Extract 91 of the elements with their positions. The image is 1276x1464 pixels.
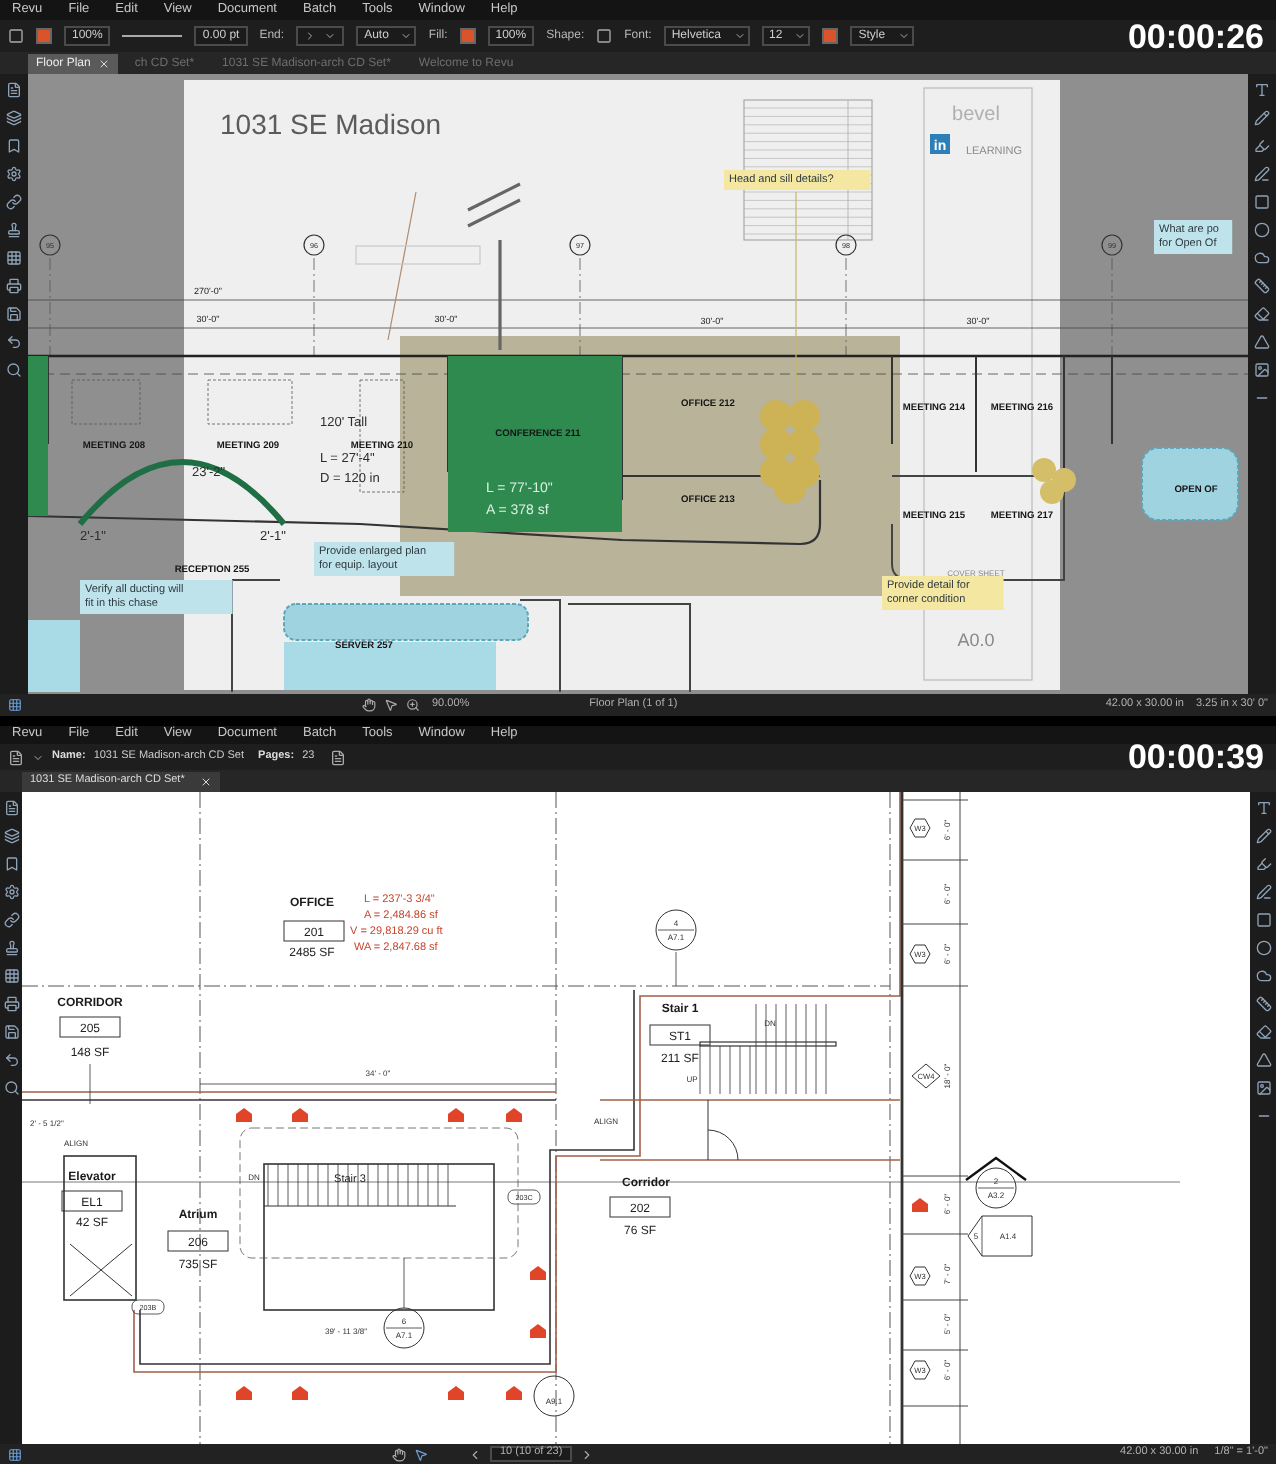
alarm-symbol-icon xyxy=(236,1386,252,1400)
ruler-icon[interactable] xyxy=(1255,996,1271,1012)
stamp-icon[interactable] xyxy=(3,940,19,956)
video-timestamp: 00:00:39 xyxy=(1127,740,1264,774)
caret-icon xyxy=(897,30,910,42)
printer-icon[interactable] xyxy=(6,278,22,294)
zoom-icon[interactable] xyxy=(406,698,420,712)
highlighter-icon[interactable] xyxy=(1255,856,1271,872)
grid-icon[interactable] xyxy=(8,1447,22,1461)
page-icon[interactable] xyxy=(6,82,22,98)
pen-icon[interactable] xyxy=(1255,884,1271,900)
grid-icon[interactable] xyxy=(6,250,22,266)
alarm-symbol-icon xyxy=(448,1108,464,1122)
cloud-icon[interactable] xyxy=(1254,250,1270,266)
save-icon[interactable] xyxy=(3,1024,19,1040)
ruler-icon[interactable] xyxy=(1254,278,1270,294)
pen-icon[interactable] xyxy=(1254,166,1270,182)
layers-icon[interactable] xyxy=(6,110,22,126)
text-icon[interactable] xyxy=(1255,800,1271,816)
select-tool-icon[interactable] xyxy=(8,28,24,44)
circle-icon[interactable] xyxy=(1255,940,1271,956)
settings-icon[interactable] xyxy=(3,884,19,900)
stamp-icon[interactable] xyxy=(6,222,22,238)
save-icon[interactable] xyxy=(6,306,22,322)
eraser-icon[interactable] xyxy=(1254,306,1270,322)
color-swatch-icon[interactable] xyxy=(459,28,476,44)
grid-icon[interactable] xyxy=(3,968,19,984)
line-style-icon[interactable] xyxy=(122,32,183,40)
alarm-symbol-icon xyxy=(236,1108,252,1122)
alarm-symbol-icon xyxy=(506,1108,522,1122)
cloud-icon[interactable] xyxy=(1255,968,1271,984)
caret-icon xyxy=(794,30,807,42)
alarm-symbol-icon xyxy=(292,1108,308,1122)
undo-icon[interactable] xyxy=(6,334,22,350)
highlighter-icon[interactable] xyxy=(1254,138,1270,154)
pointer-icon[interactable] xyxy=(384,698,398,712)
pencil-icon[interactable] xyxy=(1254,110,1270,126)
revision-cloud xyxy=(760,400,820,504)
grid-icon[interactable] xyxy=(8,698,22,712)
hand-icon[interactable] xyxy=(362,698,376,712)
caret-icon xyxy=(324,30,337,42)
document-icon[interactable] xyxy=(8,749,24,765)
video-timestamp: 00:00:26 xyxy=(1127,19,1264,53)
sheet-title: 1031 SE Madison xyxy=(220,108,442,140)
hand-icon[interactable] xyxy=(392,1447,406,1461)
revision-cloud xyxy=(1032,458,1076,504)
area-highlight xyxy=(28,620,80,692)
printer-icon[interactable] xyxy=(3,996,19,1012)
triangle-icon[interactable] xyxy=(1254,334,1270,350)
search-icon[interactable] xyxy=(6,362,22,378)
square-icon[interactable] xyxy=(1255,912,1271,928)
next-page-icon[interactable] xyxy=(580,1447,595,1461)
square-icon[interactable] xyxy=(1254,194,1270,210)
text-box-outline xyxy=(355,245,481,265)
text-icon[interactable] xyxy=(1254,82,1270,98)
alarm-symbol-icon xyxy=(292,1386,308,1400)
layers-icon[interactable] xyxy=(3,828,19,844)
revision-cloud xyxy=(1141,447,1239,521)
sheet-number: A0.0 xyxy=(957,630,995,650)
bookmark-icon[interactable] xyxy=(6,138,22,154)
circle-icon[interactable] xyxy=(1254,222,1270,238)
search-icon[interactable] xyxy=(3,1080,19,1096)
alarm-symbol-icon xyxy=(912,1198,928,1212)
settings-icon[interactable] xyxy=(6,166,22,182)
close-icon[interactable] xyxy=(98,58,111,70)
caret-icon xyxy=(400,30,413,42)
link-icon[interactable] xyxy=(6,194,22,210)
alarm-symbol-icon xyxy=(530,1324,546,1338)
page-icon[interactable] xyxy=(3,800,19,816)
alarm-symbol-icon xyxy=(530,1266,546,1280)
image-icon[interactable] xyxy=(1254,362,1270,378)
triangle-icon[interactable] xyxy=(1255,1052,1271,1068)
caret-icon xyxy=(733,30,746,42)
alarm-symbol-icon xyxy=(448,1386,464,1400)
caret-icon[interactable] xyxy=(32,751,44,763)
previous-page-icon[interactable] xyxy=(468,1447,482,1461)
pointer-icon[interactable] xyxy=(414,1447,428,1461)
undo-icon[interactable] xyxy=(3,1052,19,1068)
color-swatch-icon[interactable] xyxy=(36,28,52,44)
bookmark-icon[interactable] xyxy=(3,856,19,872)
color-swatch-icon[interactable] xyxy=(822,28,839,44)
image-icon[interactable] xyxy=(1255,1080,1271,1096)
arrow-end-icon xyxy=(304,30,317,42)
pencil-icon[interactable] xyxy=(1255,828,1271,844)
link-icon[interactable] xyxy=(3,912,19,928)
close-icon[interactable] xyxy=(200,776,213,788)
logo-text: bevel xyxy=(952,104,1000,126)
shape-icon[interactable] xyxy=(596,28,613,44)
page-icon[interactable] xyxy=(330,749,347,765)
alarm-symbol-icon xyxy=(506,1386,522,1400)
eraser-icon[interactable] xyxy=(1255,1024,1271,1040)
